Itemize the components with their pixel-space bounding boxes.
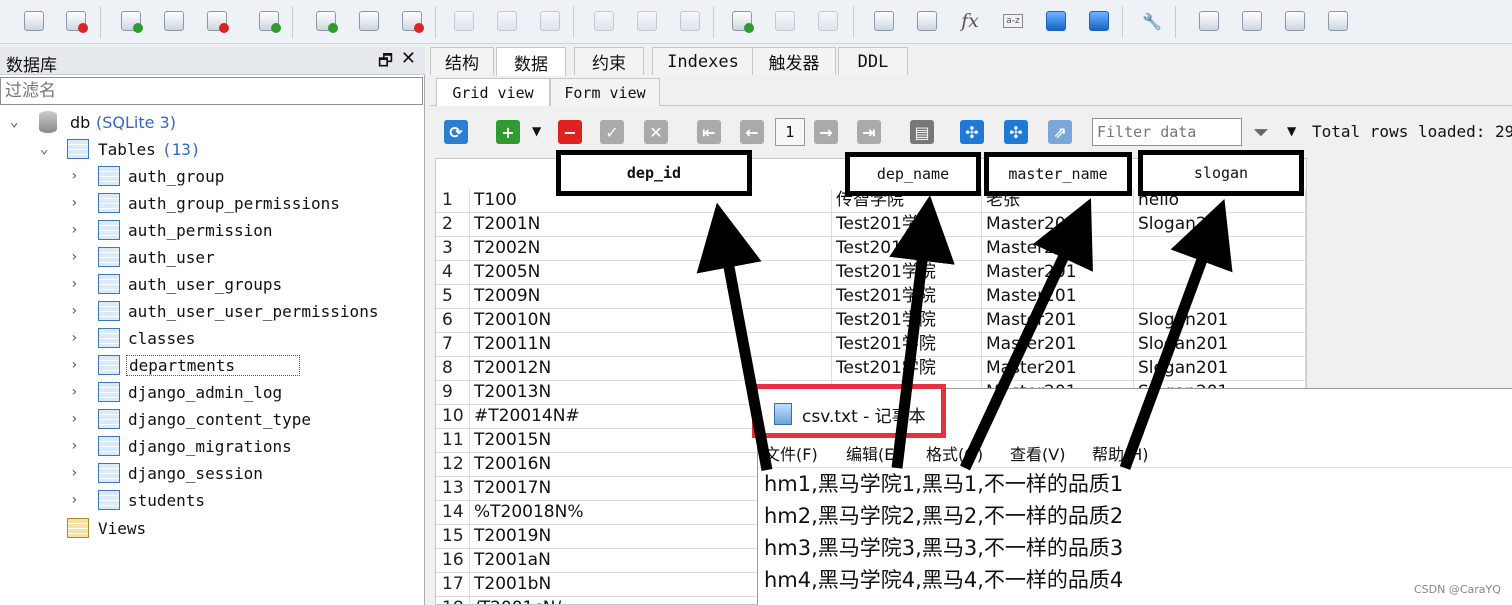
annotation-arrows [696, 195, 1233, 472]
watermark: CSDN @CaraYQ [1414, 583, 1501, 596]
arrow-slogan [1119, 199, 1233, 470]
arrow-dep-id [696, 202, 773, 472]
arrow-master-name [960, 198, 1093, 471]
arrow-dep-name [889, 195, 955, 469]
